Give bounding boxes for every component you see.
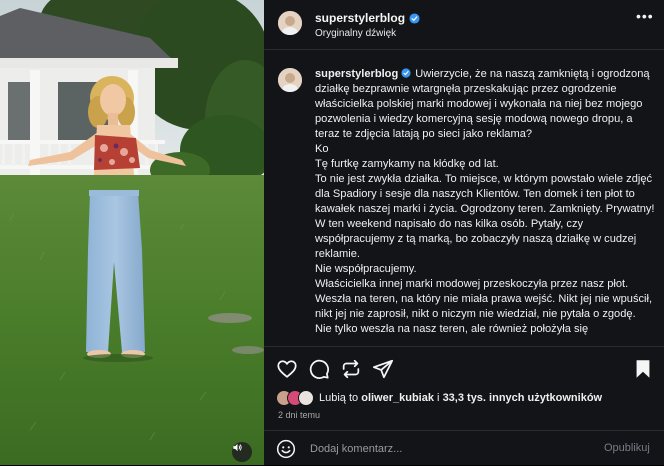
- author-username-text[interactable]: superstylerblog: [315, 11, 405, 25]
- caption-text-paragraph: Nie współpracujemy.: [315, 263, 417, 275]
- caption-line-1: superstylerblog Uwierzycie, że na naszą z…: [315, 67, 655, 142]
- more-options-icon[interactable]: •••: [636, 8, 654, 24]
- caption-author-avatar[interactable]: [278, 68, 302, 92]
- post-media[interactable]: [0, 0, 264, 465]
- likes-others-link[interactable]: 33,3 tys. innych użytkowników: [443, 392, 603, 404]
- emoji-icon[interactable]: [276, 439, 296, 459]
- caption-text-paragraph: Ko: [315, 143, 329, 155]
- liker-avatar: [298, 390, 314, 406]
- speaker-icon: [233, 443, 242, 452]
- likes-text[interactable]: Lubią to oliwer_kubiak i 33,3 tys. innyc…: [319, 392, 602, 404]
- post-photo: [0, 0, 264, 465]
- caption-username[interactable]: superstylerblog: [315, 68, 398, 80]
- post-details-panel: superstylerblog Oryginalny dźwięk ••• su…: [264, 0, 664, 465]
- publish-button[interactable]: Opublikuj: [604, 442, 650, 454]
- likes-summary[interactable]: Lubią to oliwer_kubiak i 33,3 tys. innyc…: [276, 390, 602, 406]
- original-audio-link[interactable]: Oryginalny dźwięk: [315, 28, 396, 39]
- caption-text-paragraph: Właścicielka innej marki modowej przesko…: [315, 278, 653, 335]
- post-caption: superstylerblog Uwierzycie, że na naszą z…: [315, 67, 655, 337]
- like-heart-icon[interactable]: [276, 358, 298, 380]
- comment-bubble-icon[interactable]: [308, 358, 330, 380]
- likes-user-link[interactable]: oliwer_kubiak: [361, 392, 434, 404]
- author-avatar[interactable]: [278, 11, 302, 35]
- verified-badge-icon: [409, 12, 420, 24]
- caption-text-paragraph: Tę furtkę zamykamy na kłódkę od lat.: [315, 158, 499, 170]
- author-username[interactable]: superstylerblog: [315, 11, 420, 25]
- bookmark-icon[interactable]: [632, 358, 654, 380]
- post-header: superstylerblog Oryginalny dźwięk •••: [264, 0, 664, 50]
- verified-badge-icon: [401, 68, 411, 78]
- caption-section: superstylerblog Uwierzycie, że na naszą z…: [264, 50, 664, 345]
- post-timestamp[interactable]: 2 dni temu: [278, 410, 320, 420]
- likes-prefix: Lubią to: [319, 392, 359, 404]
- likes-connector: i: [437, 392, 440, 404]
- repost-icon[interactable]: [340, 358, 362, 380]
- caption-text-paragraph: To nie jest zwykła działka. To miejsce, …: [315, 173, 655, 215]
- add-comment-row: Opublikuj: [264, 430, 664, 466]
- caption-text-paragraph: W ten weekend napisało do nas kilka osób…: [315, 218, 637, 260]
- comment-input[interactable]: [308, 440, 582, 458]
- post-actions-bar: Lubią to oliwer_kubiak i 33,3 tys. innyc…: [264, 346, 664, 465]
- mute-button[interactable]: [232, 442, 252, 462]
- share-send-icon[interactable]: [372, 358, 394, 380]
